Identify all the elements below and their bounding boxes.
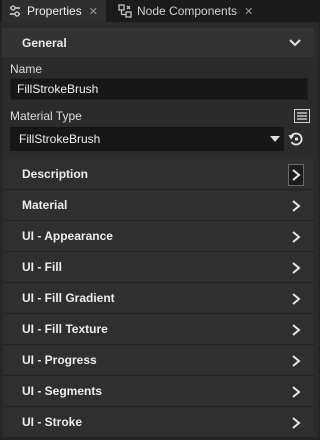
group-ui-fill-gradient[interactable]: UI - Fill Gradient — [4, 283, 314, 314]
group-label: UI - Appearance — [22, 229, 113, 243]
group-label: UI - Fill — [22, 260, 62, 274]
chevron-right-icon — [292, 293, 301, 305]
group-label: UI - Stroke — [22, 415, 83, 429]
section-general-header[interactable]: General — [2, 28, 314, 57]
group-description[interactable]: Description — [4, 159, 314, 190]
close-icon[interactable]: ✕ — [244, 5, 253, 18]
material-type-value: FillStrokeBrush — [19, 132, 101, 146]
chevron-right-icon — [292, 231, 301, 243]
material-type-label: Material Type — [10, 109, 82, 123]
tab-bar: Properties ✕ Node Components ✕ — [0, 0, 320, 22]
property-groups-list: Description Material UI - Appearance UI … — [4, 159, 314, 438]
properties-icon — [7, 3, 23, 19]
group-ui-segments[interactable]: UI - Segments — [4, 376, 314, 407]
material-type-select[interactable]: FillStrokeBrush — [10, 127, 284, 151]
chevron-down-icon — [289, 39, 301, 47]
chevron-right-icon — [292, 262, 301, 274]
chevron-right-icon — [292, 169, 301, 181]
chevron-right-icon — [292, 386, 301, 398]
group-label: UI - Progress — [22, 353, 97, 367]
tab-properties-label: Properties — [27, 4, 82, 18]
group-label: UI - Fill Gradient — [22, 291, 115, 305]
group-ui-fill[interactable]: UI - Fill — [4, 252, 314, 283]
tab-node-components-label: Node Components — [137, 4, 238, 18]
group-label: UI - Segments — [22, 384, 103, 398]
tab-node-components[interactable]: Node Components ✕ — [112, 0, 258, 22]
section-title: General — [22, 35, 67, 50]
group-ui-fill-texture[interactable]: UI - Fill Texture — [4, 314, 314, 345]
chevron-right-icon — [292, 200, 301, 212]
tab-properties[interactable]: Properties ✕ — [2, 0, 106, 22]
group-label: UI - Fill Texture — [22, 322, 108, 336]
group-ui-appearance[interactable]: UI - Appearance — [4, 221, 314, 252]
name-label: Name — [10, 62, 43, 76]
name-input[interactable] — [10, 78, 308, 100]
node-components-icon — [117, 3, 133, 19]
chevron-right-icon — [292, 324, 301, 336]
close-icon[interactable]: ✕ — [89, 5, 98, 18]
reset-icon[interactable] — [288, 131, 304, 147]
browse-icon[interactable] — [294, 109, 310, 123]
group-label: Material — [22, 198, 68, 212]
group-ui-progress[interactable]: UI - Progress — [4, 345, 314, 376]
dropdown-arrow-icon — [270, 136, 280, 142]
chevron-right-icon — [292, 417, 301, 429]
chevron-right-icon — [292, 355, 301, 367]
group-label: Description — [22, 167, 89, 181]
group-material[interactable]: Material — [4, 190, 314, 221]
group-ui-stroke[interactable]: UI - Stroke — [4, 407, 314, 438]
